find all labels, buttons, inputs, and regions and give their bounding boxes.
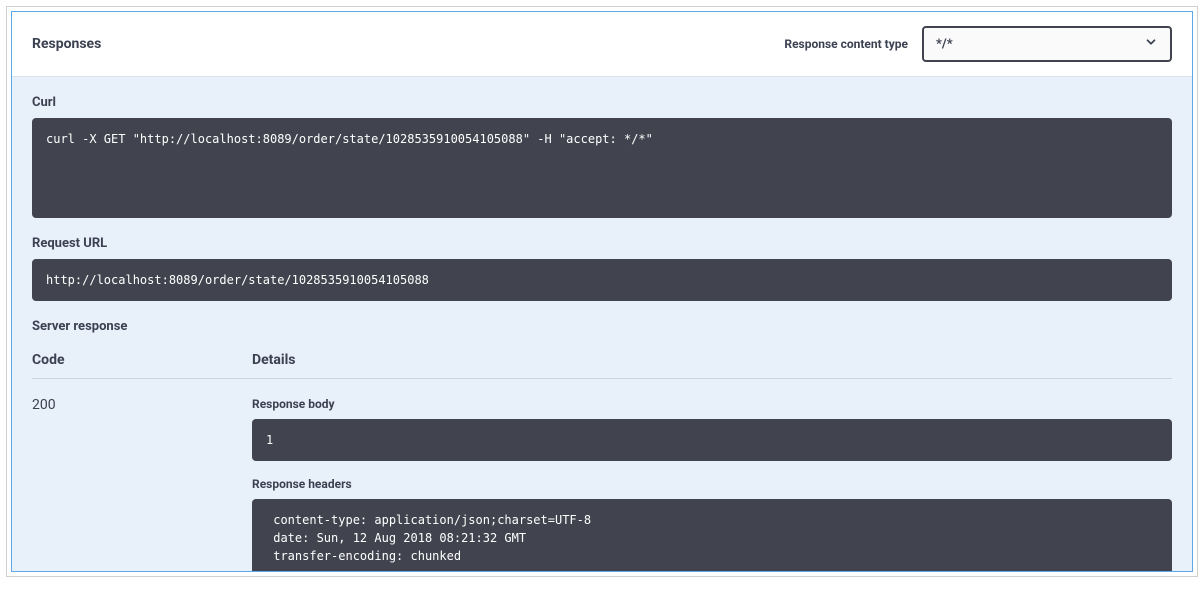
curl-label: Curl [32,95,1172,110]
responses-title: Responses [32,36,101,52]
status-code: 200 [32,397,252,571]
content-type-select[interactable]: */* [922,26,1172,62]
response-row: 200 Response body 1 Response headers con… [32,379,1172,571]
outer-frame: Responses Response content type */* Curl… [6,6,1198,577]
responses-panel: Responses Response content type */* Curl… [11,11,1193,572]
chevron-down-icon [1144,35,1158,53]
responses-body: Curl curl -X GET "http://localhost:8089/… [12,77,1192,571]
response-body-label: Response body [252,397,1172,411]
details-area: Response body 1 Response headers content… [252,397,1172,571]
response-table-head: Code Details [32,342,1172,379]
curl-command-block[interactable]: curl -X GET "http://localhost:8089/order… [32,118,1172,218]
column-code: Code [32,352,252,368]
server-response-label: Server response [32,319,1172,334]
content-type-wrap: Response content type */* [784,26,1172,62]
response-body-block[interactable]: 1 [252,419,1172,461]
request-url-label: Request URL [32,236,1172,251]
response-headers-label: Response headers [252,477,1172,491]
request-url-block[interactable]: http://localhost:8089/order/state/102853… [32,259,1172,301]
response-headers-block[interactable]: content-type: application/json;charset=U… [252,499,1172,571]
content-type-value: */* [936,37,953,52]
column-details: Details [252,352,1172,368]
responses-header: Responses Response content type */* [12,12,1192,77]
content-type-label: Response content type [784,37,908,51]
